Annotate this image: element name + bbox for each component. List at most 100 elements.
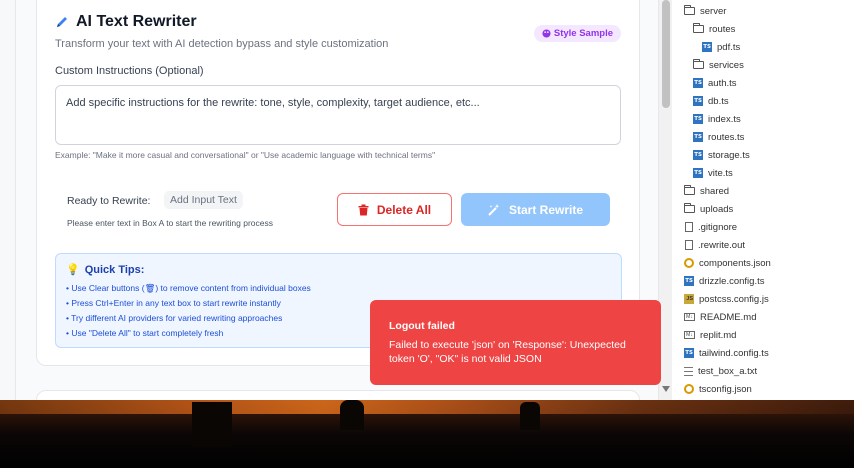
tree-item-label: routes.ts (708, 131, 745, 143)
tree-item-gitignore[interactable]: .gitignore (685, 218, 737, 236)
tree-item-components-json[interactable]: components.json (684, 254, 771, 272)
tree-item-rewrite-out[interactable]: .rewrite.out (685, 236, 745, 254)
tree-item-label: services (709, 59, 744, 71)
tree-item-label: tsconfig.json (699, 383, 752, 395)
typescript-file-icon: TS (684, 348, 694, 358)
custom-instructions-input[interactable]: Add specific instructions for the rewrit… (55, 85, 621, 145)
tree-item-label: index.ts (708, 113, 741, 125)
ready-label: Ready to Rewrite: (67, 195, 151, 207)
tree-item-postcss-config[interactable]: JS postcss.config.js (684, 290, 769, 308)
folder-icon (684, 5, 695, 15)
tree-item-label: pdf.ts (717, 41, 741, 53)
tree-item-label: components.json (699, 257, 771, 269)
page-title: AI Text Rewriter (76, 13, 197, 30)
tree-item-test-box-a[interactable]: test_box_a.txt (684, 362, 757, 380)
markdown-file-icon: M↓ (684, 313, 695, 321)
tree-item-label: test_box_a.txt (698, 365, 758, 377)
tree-item-tsconfig[interactable]: tsconfig.json (684, 380, 752, 398)
page-subtitle: Transform your text with AI detection by… (55, 38, 389, 50)
tree-item-uploads[interactable]: uploads (684, 200, 733, 218)
tree-item-index-ts[interactable]: TS index.ts (693, 110, 741, 128)
tree-item-label: storage.ts (708, 149, 750, 161)
tree-item-label: uploads (700, 203, 734, 215)
typescript-file-icon: TS (693, 132, 703, 142)
quick-tips-title: Quick Tips: (84, 263, 145, 276)
typescript-file-icon: TS (693, 168, 703, 178)
tree-item-server[interactable]: server (684, 2, 726, 20)
instructions-example: Example: "Make it more casual and conver… (55, 150, 436, 160)
folder-icon (693, 23, 704, 33)
scroll-down-icon[interactable] (662, 386, 670, 392)
tree-item-routes-ts[interactable]: TS routes.ts (693, 128, 744, 146)
error-toast[interactable]: Logout failed Failed to execute 'json' o… (370, 300, 661, 385)
lightbulb-icon: 💡 (66, 264, 80, 276)
silhouette (192, 402, 232, 447)
silhouette (520, 402, 540, 430)
tree-item-label: tailwind.config.ts (699, 347, 769, 359)
tree-item-label: .rewrite.out (698, 239, 745, 251)
text-file-icon (684, 366, 693, 376)
start-rewrite-label: Start Rewrite (508, 202, 584, 217)
title-row: AI Text Rewriter (55, 13, 197, 31)
magic-wand-icon (488, 204, 500, 216)
style-sample-badge[interactable]: Style Sample (533, 25, 621, 42)
pencil-icon (57, 17, 67, 27)
delete-all-button[interactable]: Delete All (337, 193, 452, 226)
tree-item-tailwind-config[interactable]: TS tailwind.config.ts (684, 344, 769, 362)
tree-item-label: shared (700, 185, 730, 197)
tree-item-label: postcss.config.js (699, 293, 769, 305)
toast-message: Failed to execute 'json' on 'Response': … (389, 339, 626, 365)
typescript-file-icon: TS (693, 150, 703, 160)
tip-item: • Use Clear buttons (🗑) to remove conten… (66, 283, 311, 293)
tree-item-replit-md[interactable]: M↓ replit.md (684, 326, 736, 344)
tree-item-label: vite.ts (708, 167, 733, 179)
silhouette (340, 400, 364, 430)
delete-all-label: Delete All (376, 202, 432, 217)
tree-item-label: replit.md (700, 329, 737, 341)
folder-icon (684, 185, 695, 195)
typescript-file-icon: TS (693, 114, 703, 124)
background-photo (0, 400, 854, 468)
ready-hint: Please enter text in Box A to start the … (67, 218, 273, 228)
typescript-file-icon: TS (693, 78, 703, 88)
markdown-file-icon: M↓ (684, 331, 695, 339)
folder-icon (693, 59, 704, 69)
typescript-file-icon: TS (693, 96, 703, 106)
tree-item-readme[interactable]: M↓ README.md (684, 308, 756, 326)
ready-status-badge: Add Input Text (164, 191, 243, 209)
quick-tips-title-row: 💡 Quick Tips: (66, 263, 611, 277)
tree-item-pdf-ts[interactable]: TS pdf.ts (702, 38, 740, 56)
tree-item-shared[interactable]: shared (684, 182, 729, 200)
tree-item-db-ts[interactable]: TS db.ts (693, 92, 729, 110)
left-gutter (0, 0, 16, 400)
tree-item-auth-ts[interactable]: TS auth.ts (693, 74, 737, 92)
folder-icon (684, 203, 695, 213)
tree-item-label: server (700, 5, 727, 17)
scroll-thumb[interactable] (662, 0, 670, 108)
file-icon (685, 222, 693, 232)
json-file-icon (684, 384, 694, 394)
file-icon (685, 240, 693, 250)
style-badge-label: Style Sample (553, 28, 613, 39)
file-tree: server routes TS pdf.ts services TS auth.t… (672, 0, 854, 400)
tree-item-label: db.ts (708, 95, 729, 107)
javascript-file-icon: JS (684, 294, 694, 304)
tree-item-services[interactable]: services (693, 56, 744, 74)
trash-icon (358, 204, 369, 215)
tree-item-label: drizzle.config.ts (699, 275, 765, 287)
custom-instructions-label: Custom Instructions (Optional) (55, 65, 204, 77)
typescript-file-icon: TS (684, 276, 694, 286)
tree-item-routes[interactable]: routes (693, 20, 735, 38)
palette-icon (542, 29, 551, 38)
tree-item-storage-ts[interactable]: TS storage.ts (693, 146, 750, 164)
tree-item-vite-ts[interactable]: TS vite.ts (693, 164, 733, 182)
typescript-file-icon: TS (702, 42, 712, 52)
start-rewrite-button[interactable]: Start Rewrite (461, 193, 610, 226)
toast-title: Logout failed (389, 320, 455, 332)
tree-item-label: auth.ts (708, 77, 737, 89)
json-file-icon (684, 258, 694, 268)
tree-item-label: .gitignore (698, 221, 738, 233)
tree-item-drizzle-config[interactable]: TS drizzle.config.ts (684, 272, 764, 290)
sunset-glow (0, 400, 854, 414)
custom-instructions-placeholder: Add specific instructions for the rewrit… (66, 97, 480, 109)
